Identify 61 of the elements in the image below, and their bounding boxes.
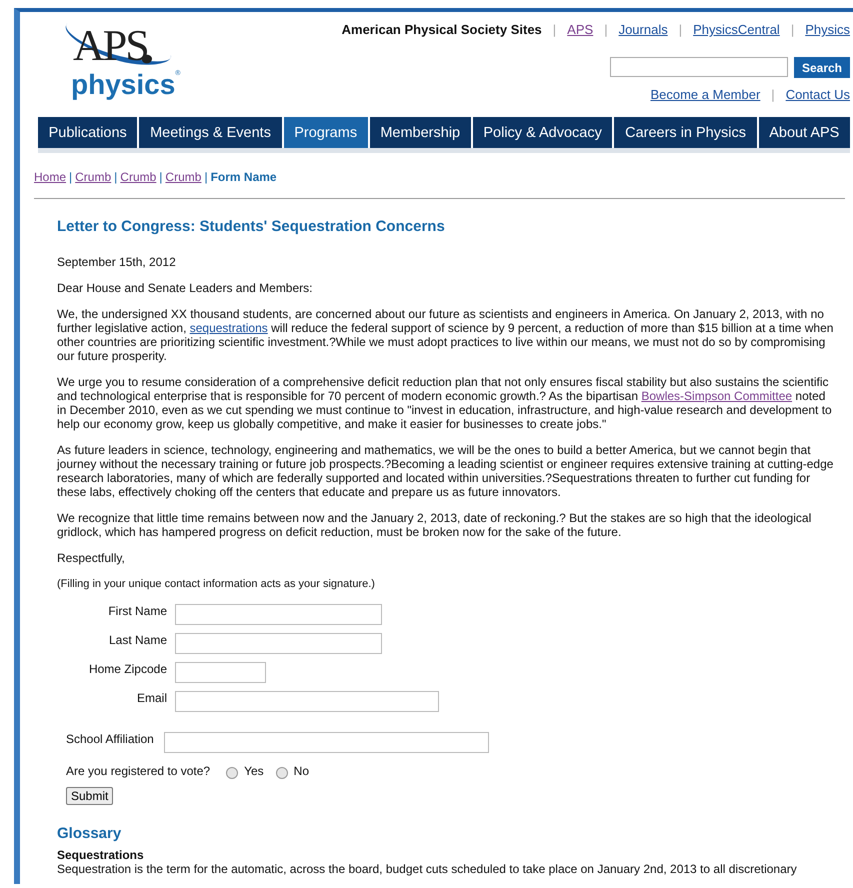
site-link[interactable]: PhysicsCentral [693, 22, 780, 37]
separator: | [552, 22, 556, 37]
breadcrumb-link[interactable]: Crumb [75, 170, 112, 184]
input-field[interactable] [175, 662, 266, 683]
search-field[interactable] [610, 57, 788, 77]
site-link[interactable]: Physics [805, 22, 850, 37]
submit-button[interactable]: Submit [66, 787, 114, 805]
field-label: Home Zipcode [88, 662, 167, 678]
question-label: Are you registered to vote? [66, 764, 210, 778]
paragraph: As future leaders in science, technology, engineering and mathematics, we will be the ones to build a better America, but we cannot begin that journey without the necessary training or future job prospects.?Becoming a leading scientist or engineer requires extensive training at cutting-edge research laboratories, many of which are federally supported and located within universities.?Sequestrations threaten to further cut funding for these labs, effectively choking off the centers that educate and prepare us as future innovators. [57, 443, 834, 499]
section-heading: Glossary [57, 825, 122, 842]
paragraph: Respectfully, [57, 551, 126, 565]
nav-tab[interactable]: Policy & Advocacy [472, 117, 614, 148]
search-button[interactable]: Search [794, 57, 850, 78]
field-label: School Affiliation [66, 732, 154, 746]
nav-tab[interactable]: Programs [284, 117, 370, 148]
input-field[interactable] [175, 633, 382, 654]
sites-label: American Physical Society Sites [342, 22, 542, 37]
radio-button[interactable] [226, 767, 238, 779]
text-link[interactable]: Bowles-Simpson Committee [641, 389, 792, 403]
text-link[interactable]: sequestrations [190, 321, 268, 335]
separator: | [69, 170, 72, 184]
site-link[interactable]: Journals [618, 22, 668, 37]
input-field[interactable] [164, 732, 489, 753]
radio-label: Yes [244, 764, 264, 778]
separator: | [790, 22, 794, 37]
paragraph: September 15th, 2012 [57, 255, 177, 269]
radio-label: No [294, 764, 310, 778]
separator: | [771, 87, 775, 102]
breadcrumb-link[interactable]: Crumb [120, 170, 156, 184]
separator: | [159, 170, 162, 184]
paragraph: We, the undersigned XX thousand students, are concerned about our future as scientists and engineers in America. On January 2, 2013, with no further legislative action, sequestrations will reduce the federal support of science by 9 percent, a reduction of more than $15 billion at a time when other countries are prioritizing scientific investment.?While we must adopt practices to live within our means, we must not do so by compromising our future prosperity. [57, 307, 834, 363]
breadcrumb-link[interactable]: Crumb [165, 170, 202, 184]
paragraph: We urge you to resume consideration of a comprehensive deficit reduction plan that not only ensures fiscal stability but also sustains the scientific and technological enterprise that is responsible for 70 percent of modern economic growth.? As the bipartisan Bowles-Simpson Committee noted in December 2010, even as we cut spending we must continue to "invest in education, infrastructure, and high-value research and development to help our economy grow, keep us globally competitive, and make it easier for businesses to create jobs." [57, 375, 833, 431]
glossary-term: Sequestrations [57, 848, 145, 862]
glossary-definition: Sequestration is the term for the automatic, across the board, budget cuts scheduled to take place on January 2nd, 2013 to all discretionary [57, 862, 798, 876]
field-label: Last Name [108, 633, 167, 649]
paragraph: We recognize that little time remains between now and the January 2, 2013, date of reckoning.? But the stakes are so high that the ideological gridlock, which has hampered progress on deficit reduction, must be broken now for the sake of the future. [57, 511, 812, 539]
field-label: Email [136, 691, 167, 707]
nav-tab[interactable]: Meetings & Events [139, 117, 284, 148]
field-label: First Name [108, 604, 167, 620]
separator: | [204, 170, 208, 184]
page-title: Letter to Congress: Students' Sequestration Concerns [57, 218, 446, 235]
breadcrumb-current: Form Name [210, 170, 277, 184]
input-field[interactable] [175, 604, 382, 625]
note-text: (Filling in your unique contact information acts as your signature.) [57, 577, 376, 591]
header-link[interactable]: Become a Member [650, 87, 760, 102]
logo-text[interactable]: physics [71, 70, 176, 100]
separator: | [678, 22, 682, 37]
radio-button[interactable] [276, 767, 288, 779]
input-field[interactable] [175, 691, 439, 712]
separator: | [604, 22, 608, 37]
header-link[interactable]: Contact Us [786, 87, 850, 102]
nav-tab[interactable]: Publications [38, 117, 140, 148]
breadcrumb-link[interactable]: Home [34, 170, 66, 184]
nav-tab[interactable]: Careers in Physics [614, 117, 759, 148]
separator: | [114, 170, 118, 184]
nav-tab[interactable]: About APS [758, 117, 850, 148]
site-link[interactable]: APS [567, 22, 594, 37]
paragraph: Dear House and Senate Leaders and Members: [57, 281, 314, 295]
nav-tab[interactable]: Membership [370, 117, 473, 148]
